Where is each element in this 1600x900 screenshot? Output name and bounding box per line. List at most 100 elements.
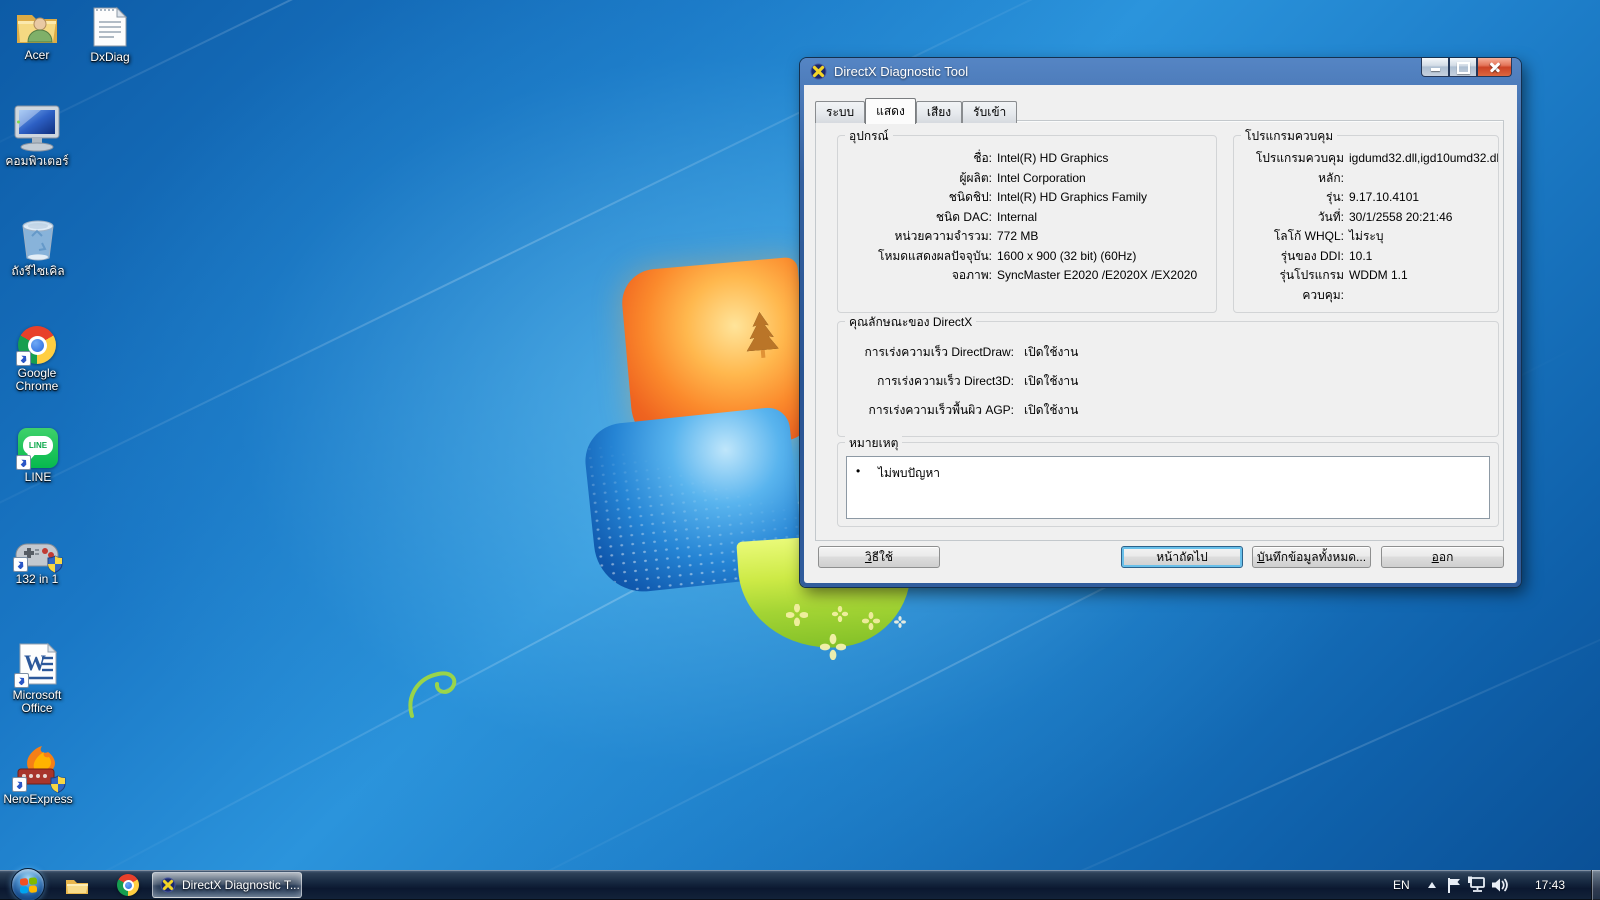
directx-icon: [810, 63, 827, 80]
feature-row: การเร่งความเร็ว DirectDraw: เปิดใช้งาน: [844, 338, 1492, 367]
field-value: เปิดใช้งาน: [1024, 403, 1079, 417]
field-value: WDDM 1.1: [1349, 268, 1408, 282]
desktop-icon-label: LINE: [24, 470, 52, 484]
driver-row: วันที่: 30/1/2558 20:21:46: [1240, 208, 1496, 228]
device-row: ชนิดชิป: Intel(R) HD Graphics Family: [844, 188, 1210, 208]
taskbar-button-label: DirectX Diagnostic T...: [182, 878, 300, 892]
device-group: ชื่อ: Intel(R) HD Graphics ผู้ผลิต: Intel …: [837, 135, 1217, 313]
field-value: Intel(R) HD Graphics: [997, 151, 1109, 165]
tab-system[interactable]: ระบบ: [815, 101, 866, 123]
field-label: ชื่อ:: [973, 151, 992, 165]
minimize-button[interactable]: [1421, 58, 1449, 77]
desktop-icon-label: ถังรีไซเคิล: [11, 264, 65, 278]
device-row: ชนิด DAC: Internal: [844, 208, 1210, 228]
close-button[interactable]: [1477, 58, 1512, 77]
volume-tray-icon[interactable]: [1488, 873, 1514, 897]
driver-row: รุ่นของ DDI: 10.1: [1240, 247, 1496, 267]
notes-listbox[interactable]: • ไม่พบปัญหา: [846, 456, 1490, 519]
network-tray-icon[interactable]: [1464, 873, 1490, 897]
bullet: •: [856, 464, 861, 478]
field-value: SyncMaster E2020 /E2020X /EX2020: [997, 268, 1198, 282]
flag-icon: [1448, 878, 1460, 893]
clock[interactable]: 17:43: [1522, 878, 1578, 892]
tab-strip: ระบบ แสดง เสียง รับเข้า: [815, 98, 1018, 124]
save-all-information-button[interactable]: บั นทึกข้อมูลทั้งหมด...: [1252, 546, 1371, 568]
field-label: จอภาพ:: [951, 268, 992, 282]
field-label: รุ่น:: [1326, 190, 1344, 204]
windows-flag-icon: [19, 876, 37, 894]
desktop-icon-132-in-1[interactable]: 132 in 1: [1, 540, 73, 586]
field-value: เปิดใช้งาน: [1024, 345, 1079, 359]
exit-button[interactable]: ออก: [1381, 546, 1504, 568]
minimize-icon: [1430, 68, 1440, 71]
start-button[interactable]: [11, 868, 45, 900]
show-hidden-icons-button[interactable]: [1428, 882, 1436, 888]
field-value: Intel(R) HD Graphics Family: [997, 190, 1148, 204]
field-value: เปิดใช้งาน: [1024, 374, 1079, 388]
show-desktop-button[interactable]: [1591, 870, 1600, 900]
driver-row: รุ่นโปรแกรมควบคุม: WDDM 1.1: [1240, 266, 1496, 305]
dxdiag-window[interactable]: DirectX Diagnostic Tool ระบบ แสดง เสียง …: [800, 58, 1521, 587]
shortcut-arrow-icon: [16, 351, 31, 366]
tab-display[interactable]: แสดง: [865, 98, 916, 124]
device-row: ผู้ผลิต: Intel Corporation: [844, 169, 1210, 189]
recycle-bin-icon: [22, 220, 54, 261]
desktop-icon-label: Acer: [24, 48, 50, 62]
tab-input[interactable]: รับเข้า: [962, 101, 1018, 123]
field-label: โปรแกรมควบคุมหลัก:: [1255, 151, 1344, 185]
field-label: ชนิดชิป:: [948, 190, 992, 204]
driver-row: โปรแกรมควบคุมหลัก: igdumd32.dll,igd10umd3…: [1240, 149, 1499, 188]
desktop-icon-computer[interactable]: คอมพิวเตอร์: [1, 104, 73, 168]
field-label: การเร่งความเร็วพื้นผิว AGP:: [868, 403, 1014, 417]
taskbar: DirectX Diagnostic T... EN 17:43: [0, 868, 1600, 900]
field-value: 9.17.10.4101: [1349, 190, 1420, 204]
network-icon: [1468, 876, 1485, 892]
desktop-icon-label: Google Chrome: [15, 366, 59, 393]
chrome-taskbar-icon[interactable]: [115, 873, 141, 897]
explorer-taskbar-icon[interactable]: [64, 873, 90, 897]
window-title: DirectX Diagnostic Tool: [834, 64, 969, 79]
help-button[interactable]: วิ ธีใช้: [818, 546, 940, 568]
text-document-icon: [93, 6, 128, 47]
desktop-icon-dxdiag[interactable]: DxDiag: [79, 6, 141, 64]
desktop-icon-microsoft-office[interactable]: W Microsoft Office: [1, 642, 73, 715]
desktop-icon-label: 132 in 1: [15, 572, 59, 586]
desktop-icon-line[interactable]: LINE LINE: [6, 428, 70, 484]
user-folder-icon: [17, 15, 57, 43]
uac-shield-icon: [50, 775, 66, 793]
field-value: 772 MB: [997, 229, 1039, 243]
device-row: หน่วยความจำรวม: 772 MB: [844, 227, 1210, 247]
line-icon-text: LINE: [23, 436, 53, 455]
flower-sparkle-icon: [786, 604, 808, 626]
desktop-icon-google-chrome[interactable]: Google Chrome: [1, 326, 73, 393]
note-text: ไม่พบปัญหา: [878, 466, 940, 480]
notes-group-title: หมายเหตุ: [845, 434, 903, 453]
device-row: โหมดแสดงผลปัจจุบัน: 1600 x 900 (32 bit) (…: [844, 247, 1210, 267]
next-page-button[interactable]: หน้าถัดไป: [1121, 546, 1243, 568]
shortcut-arrow-icon: [12, 777, 27, 792]
field-label: วันที่:: [1317, 209, 1344, 224]
features-group-title: คุณลักษณะของ DirectX: [845, 313, 977, 332]
green-curl-decoration: [408, 671, 457, 718]
field-label: โหมดแสดงผลปัจจุบัน:: [878, 248, 992, 263]
uac-shield-icon: [47, 555, 63, 573]
taskbar-button-dxdiag[interactable]: DirectX Diagnostic T...: [152, 872, 302, 898]
field-value: igdumd32.dll,igd10umd32.dll,igd: [1349, 151, 1499, 165]
field-label: หน่วยความจำรวม:: [894, 229, 993, 243]
field-value: Intel Corporation: [997, 170, 1086, 185]
desktop-icon-neroexpress[interactable]: NeroExpress: [0, 744, 76, 806]
desktop-icon-acer[interactable]: Acer: [6, 8, 68, 62]
directx-features-group: การเร่งความเร็ว DirectDraw: เปิดใช้งาน กา…: [837, 321, 1499, 437]
language-indicator[interactable]: EN: [1393, 878, 1410, 892]
desktop-icon-recycle-bin[interactable]: ถังรีไซเคิล: [6, 216, 70, 278]
svg-text:W: W: [24, 650, 46, 675]
tab-sound[interactable]: เสียง: [915, 101, 963, 123]
field-value: ไม่ระบุ: [1349, 229, 1384, 243]
field-label: การเร่งความเร็ว DirectDraw:: [864, 345, 1014, 359]
desktop-icon-label: NeroExpress: [3, 792, 73, 806]
field-value: Internal: [997, 209, 1038, 224]
maximize-button[interactable]: [1449, 58, 1477, 77]
window-titlebar[interactable]: DirectX Diagnostic Tool: [800, 58, 1521, 85]
device-group-title: อุปกรณ์: [845, 127, 893, 146]
flower-sparkle-icon: [820, 634, 846, 660]
